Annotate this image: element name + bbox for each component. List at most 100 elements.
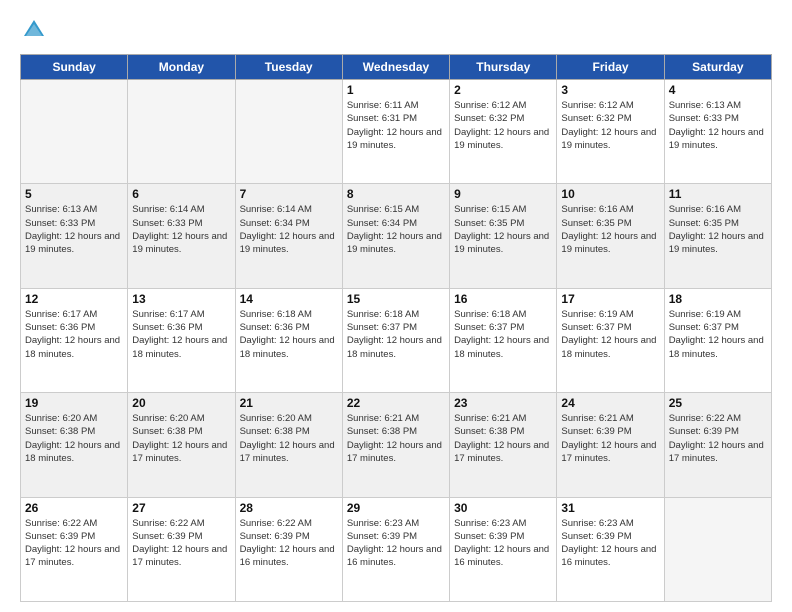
day-cell: 4Sunrise: 6:13 AM Sunset: 6:33 PM Daylig… [664, 80, 771, 184]
day-info: Sunrise: 6:12 AM Sunset: 6:32 PM Dayligh… [561, 99, 659, 152]
day-number: 9 [454, 187, 552, 201]
day-number: 12 [25, 292, 123, 306]
day-cell: 24 Sunrise: 6:21 AM Sunset: 6:39 PM Dayli… [557, 393, 664, 497]
day-number: 27 [132, 501, 230, 515]
day-cell: 20 Sunrise: 6:20 AM Sunset: 6:38 PM Dayli… [128, 393, 235, 497]
day-cell: 14 Sunrise: 6:18 AM Sunset: 6:36 PM Dayli… [235, 288, 342, 392]
day-info: Sunrise: 6:20 AM Sunset: 6:38 PM Dayligh… [240, 412, 338, 465]
header-cell-friday: Friday [557, 55, 664, 80]
day-info: Sunrise: 6:19 AM Sunset: 6:37 PM Dayligh… [561, 308, 659, 361]
week-row-3: 12 Sunrise: 6:17 AM Sunset: 6:36 PM Dayli… [21, 288, 772, 392]
day-cell: 22 Sunrise: 6:21 AM Sunset: 6:38 PM Dayli… [342, 393, 449, 497]
logo [20, 16, 52, 44]
day-info: Sunrise: 6:18 AM Sunset: 6:36 PM Dayligh… [240, 308, 338, 361]
day-info: Sunrise: 6:16 AM Sunset: 6:35 PM Dayligh… [561, 203, 659, 256]
day-cell: 16 Sunrise: 6:18 AM Sunset: 6:37 PM Dayli… [450, 288, 557, 392]
day-cell: 15 Sunrise: 6:18 AM Sunset: 6:37 PM Dayli… [342, 288, 449, 392]
day-number: 3 [561, 83, 659, 97]
day-info: Sunrise: 6:19 AM Sunset: 6:37 PM Dayligh… [669, 308, 767, 361]
day-info: Sunrise: 6:15 AM Sunset: 6:35 PM Dayligh… [454, 203, 552, 256]
day-cell: 17 Sunrise: 6:19 AM Sunset: 6:37 PM Dayli… [557, 288, 664, 392]
day-cell: 21 Sunrise: 6:20 AM Sunset: 6:38 PM Dayli… [235, 393, 342, 497]
day-info: Sunrise: 6:23 AM Sunset: 6:39 PM Dayligh… [561, 517, 659, 570]
week-row-5: 26 Sunrise: 6:22 AM Sunset: 6:39 PM Dayli… [21, 497, 772, 601]
day-number: 17 [561, 292, 659, 306]
day-number: 23 [454, 396, 552, 410]
day-info: Sunrise: 6:12 AM Sunset: 6:32 PM Dayligh… [454, 99, 552, 152]
day-number: 28 [240, 501, 338, 515]
day-info: Sunrise: 6:17 AM Sunset: 6:36 PM Dayligh… [25, 308, 123, 361]
header-cell-wednesday: Wednesday [342, 55, 449, 80]
day-cell: 25Sunrise: 6:22 AM Sunset: 6:39 PM Dayli… [664, 393, 771, 497]
day-info: Sunrise: 6:17 AM Sunset: 6:36 PM Dayligh… [132, 308, 230, 361]
day-number: 5 [25, 187, 123, 201]
day-cell: 31Sunrise: 6:23 AM Sunset: 6:39 PM Dayli… [557, 497, 664, 601]
day-number: 2 [454, 83, 552, 97]
day-number: 11 [669, 187, 767, 201]
day-cell: 5 Sunrise: 6:13 AM Sunset: 6:33 PM Daylig… [21, 184, 128, 288]
day-cell [128, 80, 235, 184]
day-number: 30 [454, 501, 552, 515]
day-number: 24 [561, 396, 659, 410]
day-cell: 10Sunrise: 6:16 AM Sunset: 6:35 PM Dayli… [557, 184, 664, 288]
week-row-1: 1 Sunrise: 6:11 AM Sunset: 6:31 PM Daylig… [21, 80, 772, 184]
day-info: Sunrise: 6:21 AM Sunset: 6:38 PM Dayligh… [347, 412, 445, 465]
header-cell-monday: Monday [128, 55, 235, 80]
day-cell: 2 Sunrise: 6:12 AM Sunset: 6:32 PM Daylig… [450, 80, 557, 184]
page: SundayMondayTuesdayWednesdayThursdayFrid… [0, 0, 792, 612]
day-info: Sunrise: 6:22 AM Sunset: 6:39 PM Dayligh… [25, 517, 123, 570]
day-cell: 13Sunrise: 6:17 AM Sunset: 6:36 PM Dayli… [128, 288, 235, 392]
header-cell-saturday: Saturday [664, 55, 771, 80]
day-cell: 8 Sunrise: 6:15 AM Sunset: 6:34 PM Daylig… [342, 184, 449, 288]
day-number: 16 [454, 292, 552, 306]
day-info: Sunrise: 6:13 AM Sunset: 6:33 PM Dayligh… [25, 203, 123, 256]
day-info: Sunrise: 6:11 AM Sunset: 6:31 PM Dayligh… [347, 99, 445, 152]
day-number: 19 [25, 396, 123, 410]
day-cell: 27 Sunrise: 6:22 AM Sunset: 6:39 PM Dayli… [128, 497, 235, 601]
header-cell-sunday: Sunday [21, 55, 128, 80]
day-cell: 30 Sunrise: 6:23 AM Sunset: 6:39 PM Dayli… [450, 497, 557, 601]
day-cell: 23 Sunrise: 6:21 AM Sunset: 6:38 PM Dayli… [450, 393, 557, 497]
day-cell: 26 Sunrise: 6:22 AM Sunset: 6:39 PM Dayli… [21, 497, 128, 601]
day-number: 18 [669, 292, 767, 306]
calendar-header: SundayMondayTuesdayWednesdayThursdayFrid… [21, 55, 772, 80]
day-cell: 6Sunrise: 6:14 AM Sunset: 6:33 PM Daylig… [128, 184, 235, 288]
day-number: 20 [132, 396, 230, 410]
day-info: Sunrise: 6:20 AM Sunset: 6:38 PM Dayligh… [132, 412, 230, 465]
day-info: Sunrise: 6:23 AM Sunset: 6:39 PM Dayligh… [454, 517, 552, 570]
day-cell [235, 80, 342, 184]
day-number: 22 [347, 396, 445, 410]
day-number: 14 [240, 292, 338, 306]
header [20, 16, 772, 44]
day-info: Sunrise: 6:14 AM Sunset: 6:34 PM Dayligh… [240, 203, 338, 256]
logo-icon [20, 16, 48, 44]
day-info: Sunrise: 6:15 AM Sunset: 6:34 PM Dayligh… [347, 203, 445, 256]
day-info: Sunrise: 6:18 AM Sunset: 6:37 PM Dayligh… [454, 308, 552, 361]
day-cell: 11 Sunrise: 6:16 AM Sunset: 6:35 PM Dayli… [664, 184, 771, 288]
day-info: Sunrise: 6:21 AM Sunset: 6:38 PM Dayligh… [454, 412, 552, 465]
day-cell [21, 80, 128, 184]
header-row: SundayMondayTuesdayWednesdayThursdayFrid… [21, 55, 772, 80]
day-info: Sunrise: 6:18 AM Sunset: 6:37 PM Dayligh… [347, 308, 445, 361]
day-info: Sunrise: 6:21 AM Sunset: 6:39 PM Dayligh… [561, 412, 659, 465]
header-cell-tuesday: Tuesday [235, 55, 342, 80]
day-info: Sunrise: 6:23 AM Sunset: 6:39 PM Dayligh… [347, 517, 445, 570]
day-number: 1 [347, 83, 445, 97]
day-number: 15 [347, 292, 445, 306]
day-number: 21 [240, 396, 338, 410]
day-number: 8 [347, 187, 445, 201]
week-row-2: 5 Sunrise: 6:13 AM Sunset: 6:33 PM Daylig… [21, 184, 772, 288]
day-cell [664, 497, 771, 601]
day-cell: 9 Sunrise: 6:15 AM Sunset: 6:35 PM Daylig… [450, 184, 557, 288]
day-info: Sunrise: 6:16 AM Sunset: 6:35 PM Dayligh… [669, 203, 767, 256]
day-number: 7 [240, 187, 338, 201]
day-cell: 29Sunrise: 6:23 AM Sunset: 6:39 PM Dayli… [342, 497, 449, 601]
day-cell: 28 Sunrise: 6:22 AM Sunset: 6:39 PM Dayli… [235, 497, 342, 601]
calendar-body: 1 Sunrise: 6:11 AM Sunset: 6:31 PM Daylig… [21, 80, 772, 602]
day-info: Sunrise: 6:22 AM Sunset: 6:39 PM Dayligh… [132, 517, 230, 570]
day-info: Sunrise: 6:14 AM Sunset: 6:33 PM Dayligh… [132, 203, 230, 256]
day-cell: 12 Sunrise: 6:17 AM Sunset: 6:36 PM Dayli… [21, 288, 128, 392]
day-number: 26 [25, 501, 123, 515]
day-cell: 1 Sunrise: 6:11 AM Sunset: 6:31 PM Daylig… [342, 80, 449, 184]
day-info: Sunrise: 6:22 AM Sunset: 6:39 PM Dayligh… [240, 517, 338, 570]
